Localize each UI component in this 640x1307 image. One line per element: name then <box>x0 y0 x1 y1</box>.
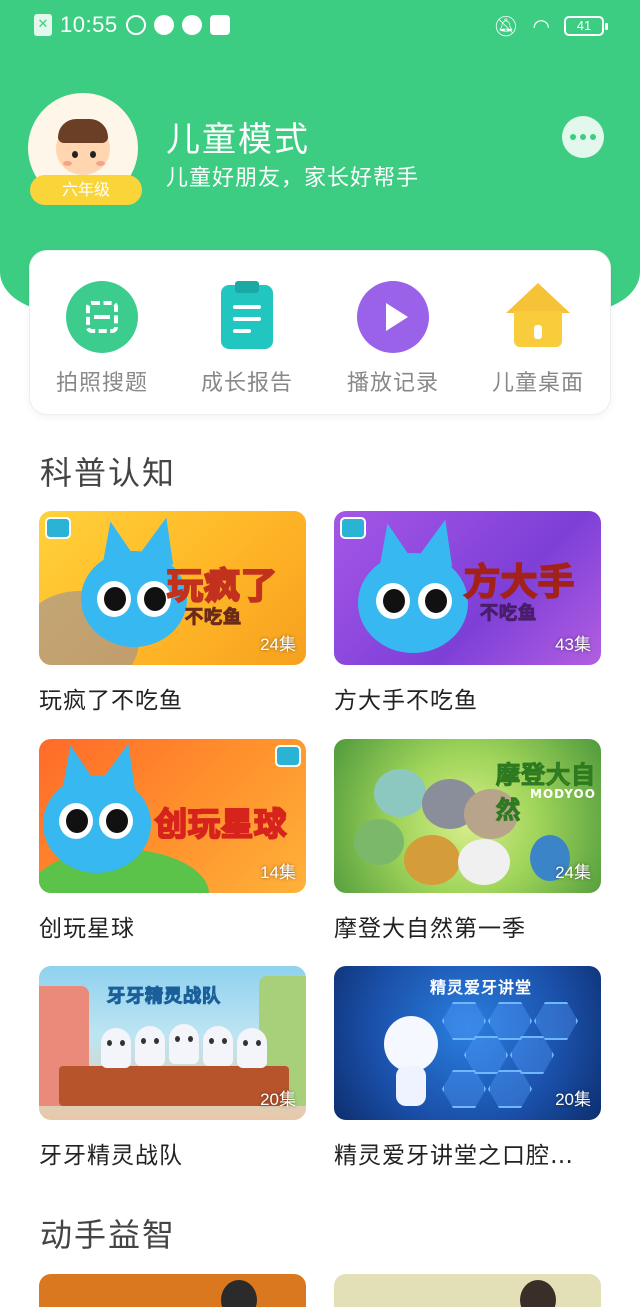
mode-subtitle: 儿童好朋友，家长好帮手 <box>166 166 420 191</box>
pet-notification-icon <box>181 15 202 35</box>
video-thumbnail[interactable]: 玩疯了 不吃鱼 24集 <box>39 511 306 665</box>
more-options-button[interactable] <box>562 116 604 158</box>
episode-count: 14集 <box>260 863 296 882</box>
tool-photo-search[interactable]: 拍照搜题 <box>32 281 172 397</box>
avatar-hair <box>58 119 108 143</box>
art-title: 牙牙精灵战队 <box>107 986 221 1008</box>
video-title: 摩登大自然第一季 <box>334 916 526 942</box>
clipboard-icon <box>211 281 283 353</box>
video-thumbnail[interactable]: 方大手 不吃鱼 43集 <box>334 511 601 665</box>
video-thumbnail[interactable] <box>39 1274 306 1307</box>
grade-badge[interactable]: 六年级 <box>30 175 142 205</box>
video-card[interactable]: 玩疯了 不吃鱼 24集 玩疯了不吃鱼 <box>39 511 306 715</box>
channel-badge-icon <box>275 745 301 767</box>
episode-count: 20集 <box>555 1090 591 1109</box>
white-cat-icon <box>384 1016 438 1072</box>
tool-label: 成长报告 <box>200 371 293 396</box>
video-thumbnail[interactable]: 精灵爱牙讲堂 20集 <box>334 966 601 1120</box>
more-dot-icon <box>580 134 586 140</box>
avatar-eye <box>72 151 78 158</box>
sim-icon: ✕ <box>34 14 52 36</box>
home-icon <box>502 281 574 353</box>
video-card[interactable]: 牙牙精灵战队 20集 牙牙精灵战队 <box>39 966 306 1170</box>
episode-count: 20集 <box>260 1090 296 1109</box>
video-thumbnail[interactable] <box>334 1274 601 1307</box>
tool-label: 儿童桌面 <box>491 371 584 396</box>
video-title: 方大手不吃鱼 <box>334 688 478 714</box>
ring-icon <box>125 15 146 35</box>
quick-tools-card: 拍照搜题 成长报告 播放记录 儿童桌面 <box>29 250 611 415</box>
section-title-science: 科普认知 <box>40 454 177 492</box>
status-bar: ✕ 10:55 🔕︎ ◠ 41 <box>0 0 640 52</box>
episode-count: 24集 <box>260 635 296 654</box>
video-title: 牙牙精灵战队 <box>39 1143 183 1169</box>
video-thumbnail[interactable]: 牙牙精灵战队 20集 <box>39 966 306 1120</box>
avatar-eye <box>90 151 96 158</box>
video-title: 精灵爱牙讲堂之口腔… <box>334 1143 574 1169</box>
wifi-icon: ◠ <box>532 14 550 38</box>
play-icon <box>357 281 429 353</box>
avatar-cheek <box>63 161 72 166</box>
battery-icon: 41 <box>564 16 608 36</box>
episode-count: 24集 <box>555 863 591 882</box>
mute-icon: 🔕︎ <box>493 14 519 38</box>
art-subtitle: MODYOO <box>530 787 596 801</box>
art-title: 精灵爱牙讲堂 <box>430 978 533 997</box>
art-title: 创玩星球 <box>154 804 288 844</box>
video-title: 玩疯了不吃鱼 <box>39 688 183 714</box>
art-title: 玩疯了 <box>166 565 279 608</box>
channel-badge-icon <box>45 517 71 539</box>
scan-icon <box>66 281 138 353</box>
video-card[interactable]: 创玩星球 14集 创玩星球 <box>39 739 306 943</box>
tool-growth-report[interactable]: 成长报告 <box>177 281 317 397</box>
art-subtitle: 不吃鱼 <box>480 603 537 625</box>
status-time: 10:55 <box>60 12 118 37</box>
channel-badge-icon <box>340 517 366 539</box>
video-title: 创玩星球 <box>39 916 135 942</box>
video-card[interactable]: 方大手 不吃鱼 43集 方大手不吃鱼 <box>334 511 601 715</box>
section-title-hands-on: 动手益智 <box>40 1216 177 1254</box>
art-title: 方大手 <box>463 561 576 604</box>
episode-count: 43集 <box>555 635 591 654</box>
more-dot-icon <box>570 134 576 140</box>
video-thumbnail[interactable]: 摩登大自然 MODYOO 24集 <box>334 739 601 893</box>
video-card[interactable]: 摩登大自然 MODYOO 24集 摩登大自然第一季 <box>334 739 601 943</box>
message-notification-icon <box>209 15 230 35</box>
tool-label: 拍照搜题 <box>55 371 148 396</box>
art-subtitle: 不吃鱼 <box>185 607 242 629</box>
video-card[interactable]: 精灵爱牙讲堂 20集 精灵爱牙讲堂之口腔… <box>334 966 601 1170</box>
tool-label: 播放记录 <box>346 371 439 396</box>
app-notification-icon <box>153 15 174 35</box>
tool-kids-desktop[interactable]: 儿童桌面 <box>468 281 608 397</box>
avatar-cheek <box>96 161 105 166</box>
mode-title: 儿童模式 <box>166 120 310 160</box>
video-thumbnail[interactable]: 创玩星球 14集 <box>39 739 306 893</box>
tool-play-history[interactable]: 播放记录 <box>323 281 463 397</box>
more-dot-icon <box>590 134 596 140</box>
